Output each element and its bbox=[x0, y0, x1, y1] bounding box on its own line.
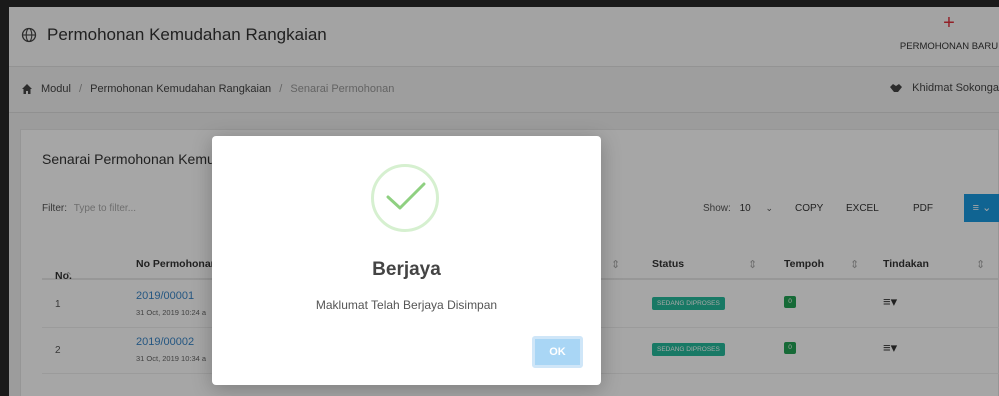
check-icon bbox=[386, 182, 426, 210]
app-window: Permohonan Kemudahan Rangkaian + PERMOHO… bbox=[9, 7, 999, 396]
window-border-left bbox=[0, 0, 9, 396]
ok-button[interactable]: OK bbox=[532, 336, 583, 368]
success-dialog: Berjaya Maklumat Telah Berjaya Disimpan … bbox=[212, 136, 601, 385]
screen: Permohonan Kemudahan Rangkaian + PERMOHO… bbox=[0, 0, 999, 396]
dialog-title: Berjaya bbox=[372, 259, 441, 280]
dialog-message: Maklumat Telah Berjaya Disimpan bbox=[315, 298, 498, 312]
success-icon-ring bbox=[371, 164, 439, 232]
window-border bbox=[0, 0, 999, 7]
